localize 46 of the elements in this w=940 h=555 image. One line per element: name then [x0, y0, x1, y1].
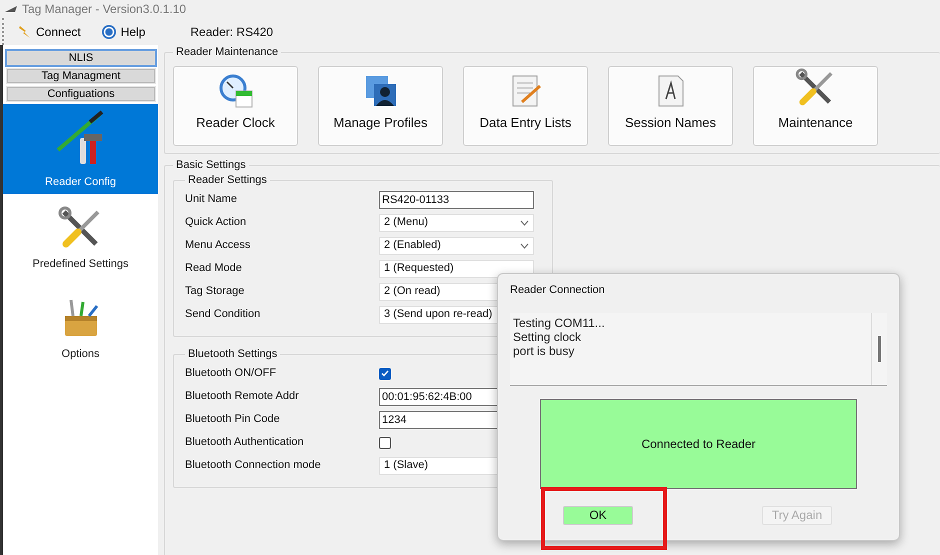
field-label: Tag Storage: [185, 284, 246, 300]
tool-button[interactable]: Session Names: [608, 66, 733, 146]
dropdown[interactable]: 2 (Menu): [379, 214, 534, 232]
field-label: Send Condition: [185, 307, 262, 322]
toolbar-button[interactable]: Connect: [18, 22, 81, 40]
group-title: Bluetooth Settings: [187, 349, 278, 360]
field-label: Bluetooth Remote Addr: [185, 389, 300, 404]
group-title: Reader Settings: [187, 175, 268, 186]
input-field[interactable]: RS420-01133: [379, 190, 534, 208]
field-label: Read Mode: [185, 261, 243, 276]
dialog-button[interactable]: OK: [563, 506, 633, 524]
dropdown[interactable]: 1 (Requested): [379, 260, 534, 278]
clock-calendar-icon: [218, 74, 254, 108]
dropdown[interactable]: 2 (Enabled): [379, 236, 534, 254]
checkbox[interactable]: [379, 368, 391, 380]
group-title: Basic Settings: [175, 160, 247, 171]
field-label: Quick Action: [185, 215, 248, 230]
notepad-pencil-icon: [510, 74, 542, 108]
section-button[interactable]: Configuations: [6, 86, 156, 102]
field-label: Bluetooth Pin Code: [185, 412, 281, 428]
field-label: Unit Name: [185, 192, 238, 208]
document-icon: [656, 74, 686, 108]
log-line: port is busy: [513, 344, 576, 358]
scrollbar-thumb-icon: [878, 336, 881, 362]
group-title: Reader Maintenance: [175, 47, 280, 58]
help-button[interactable]: Help: [100, 22, 146, 40]
tool-button[interactable]: Maintenance: [753, 66, 878, 146]
reader-label: Reader: RS420: [190, 24, 274, 40]
app-icon: [4, 4, 18, 14]
sidebar-item[interactable]: Reader Config: [3, 104, 158, 194]
tool-button[interactable]: Reader Clock: [173, 66, 298, 146]
section-button[interactable]: NLIS: [6, 50, 156, 66]
field-label: Bluetooth Authentication: [185, 435, 305, 450]
help-icon: [100, 24, 117, 40]
field-label: Bluetooth Connection mode: [185, 458, 322, 474]
checkbox[interactable]: [379, 436, 391, 448]
field-label: Menu Access: [185, 238, 252, 254]
lightning-icon: [18, 24, 32, 38]
window-title: Tag Manager - Version3.0.1.10: [22, 1, 186, 18]
status-panel: Connected to Reader: [540, 398, 857, 488]
log-line: Setting clock: [513, 330, 582, 344]
section-button[interactable]: Tag Managment: [6, 68, 156, 84]
people-icon: [364, 74, 398, 108]
field-label: Bluetooth ON/OFF: [185, 366, 278, 382]
tool-button[interactable]: Manage Profiles: [318, 66, 443, 146]
tool-button[interactable]: Data Entry Lists: [463, 66, 588, 146]
